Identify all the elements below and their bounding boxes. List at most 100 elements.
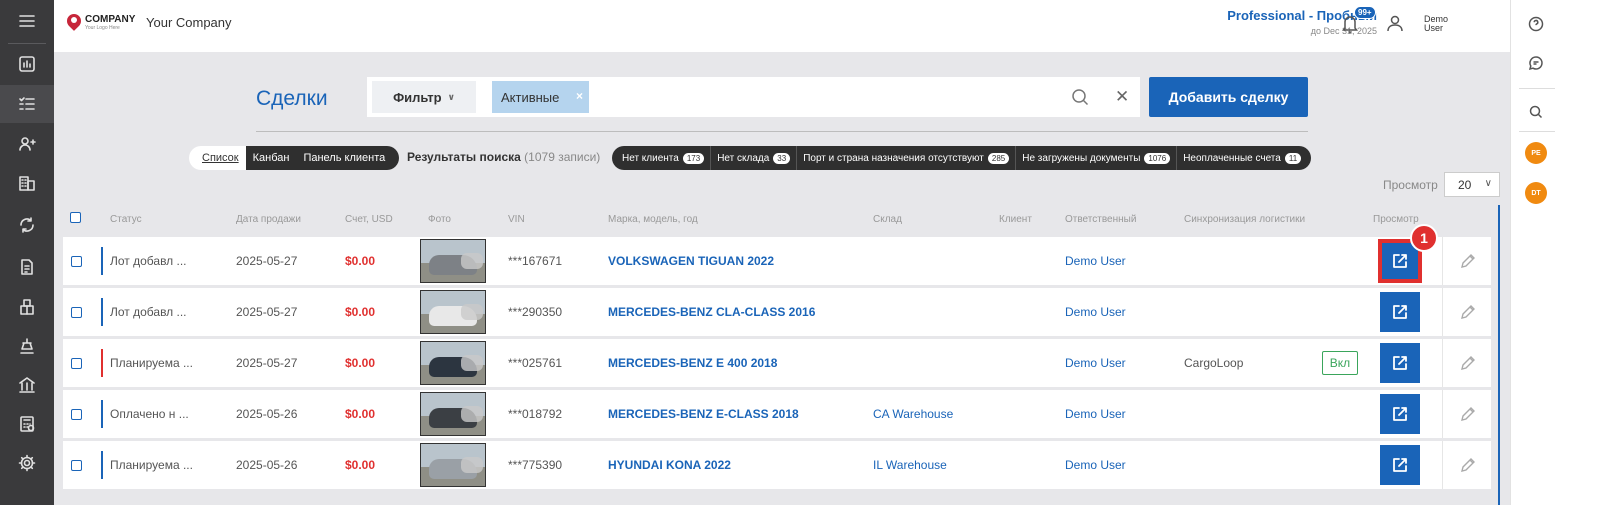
- edit-pencil-icon[interactable]: [1458, 455, 1478, 478]
- table-row[interactable]: Планируема ... 2025-05-26 $0.00 ***775390 HY…: [63, 441, 1491, 489]
- user-name[interactable]: Demo User: [1424, 15, 1448, 33]
- per-page-select[interactable]: 20 ∨: [1444, 172, 1500, 197]
- row-checkbox[interactable]: [71, 256, 82, 267]
- sync-icon[interactable]: [0, 206, 54, 244]
- edit-pencil-icon[interactable]: [1458, 302, 1478, 325]
- row-photo[interactable]: [420, 392, 486, 436]
- per-page-label: Просмотр: [1383, 178, 1438, 192]
- open-deal-button[interactable]: [1380, 343, 1420, 383]
- table-row[interactable]: Оплачено н ... 2025-05-26 $0.00 ***018792 ME…: [63, 390, 1491, 438]
- user-avatar-pe[interactable]: PE: [1525, 142, 1547, 164]
- row-responsible-link[interactable]: Demo User: [1065, 458, 1126, 472]
- open-deal-button[interactable]: [1380, 292, 1420, 332]
- chevron-down-icon: ∨: [447, 91, 455, 102]
- right-sidebar: PE DT: [1510, 0, 1600, 505]
- quick-filter-no-client[interactable]: Нет клиента 173: [616, 146, 712, 170]
- dashboard-icon[interactable]: [0, 45, 54, 83]
- edit-pencil-icon[interactable]: [1458, 353, 1478, 376]
- row-checkbox[interactable]: [71, 409, 82, 420]
- calculator-icon[interactable]: [0, 405, 54, 443]
- status-indicator: [101, 349, 103, 377]
- external-link-icon: [1393, 356, 1407, 370]
- row-photo[interactable]: [420, 341, 486, 385]
- open-deal-button[interactable]: [1380, 394, 1420, 434]
- user-avatar-icon[interactable]: [1383, 11, 1407, 38]
- row-responsible-link[interactable]: Demo User: [1065, 407, 1126, 421]
- buildings-icon[interactable]: [0, 164, 54, 202]
- row-responsible-link[interactable]: Demo User: [1065, 254, 1126, 268]
- quick-filter-no-port[interactable]: Порт и страна назначения отсутствуют 285: [797, 146, 1017, 170]
- row-photo[interactable]: [420, 443, 486, 487]
- row-model-link[interactable]: MERCEDES-BENZ E 400 2018: [608, 356, 777, 370]
- results-count: (1079 записи): [524, 150, 601, 164]
- clients-icon[interactable]: [0, 125, 54, 163]
- view-list-tab[interactable]: Список: [189, 146, 246, 170]
- quick-filter-label: Неоплаченные счета: [1183, 152, 1281, 164]
- table-row[interactable]: Планируема ... 2025-05-27 $0.00 ***025761 ME…: [63, 339, 1491, 387]
- col-responsible[interactable]: Ответственный: [1065, 214, 1136, 225]
- filter-button[interactable]: Фильтр ∨: [372, 81, 476, 113]
- edit-pencil-icon[interactable]: [1458, 251, 1478, 274]
- col-vin[interactable]: VIN: [508, 214, 525, 225]
- col-sale-date[interactable]: Дата продажи: [236, 214, 301, 225]
- quick-filter-no-documents[interactable]: Не загружены документы 1076: [1016, 146, 1178, 170]
- quick-filter-count: 173: [682, 152, 705, 164]
- chat-icon[interactable]: [1525, 52, 1547, 74]
- add-deal-button[interactable]: Добавить сделку: [1149, 77, 1308, 117]
- row-model-link[interactable]: MERCEDES-BENZ CLA-CLASS 2016: [608, 305, 815, 319]
- col-warehouse[interactable]: Склад: [873, 214, 902, 225]
- menu-icon[interactable]: [0, 2, 54, 40]
- search-bar[interactable]: Фильтр ∨ Активные × ✕: [367, 77, 1140, 117]
- row-warehouse-link[interactable]: IL Warehouse: [873, 458, 947, 472]
- row-sale-date: 2025-05-27: [236, 254, 298, 268]
- company-logo[interactable]: COMPANY Your Logo Here: [64, 10, 140, 36]
- search-results-label: Результаты поиска (1079 записи): [407, 150, 600, 164]
- row-checkbox[interactable]: [71, 358, 82, 369]
- bank-icon[interactable]: [0, 366, 54, 404]
- sync-toggle-button[interactable]: Вкл: [1322, 351, 1358, 375]
- row-amount: $0.00: [345, 407, 376, 421]
- package-icon[interactable]: [0, 288, 54, 326]
- settings-icon[interactable]: [0, 444, 54, 482]
- row-photo[interactable]: [420, 290, 486, 334]
- row-checkbox[interactable]: [71, 460, 82, 471]
- col-invoice[interactable]: Счет, USD: [345, 214, 393, 225]
- quick-filter-label: Не загружены документы: [1022, 152, 1141, 164]
- select-all-checkbox[interactable]: [70, 212, 81, 223]
- view-client-panel-tab[interactable]: Панель клиента: [296, 146, 400, 170]
- row-responsible-link[interactable]: Demo User: [1065, 305, 1126, 319]
- clear-search-icon[interactable]: ✕: [1115, 87, 1129, 107]
- per-page-value: 20: [1458, 177, 1472, 192]
- edit-pencil-icon[interactable]: [1458, 404, 1478, 427]
- row-checkbox[interactable]: [71, 307, 82, 318]
- row-model-link[interactable]: MERCEDES-BENZ E-CLASS 2018: [608, 407, 799, 421]
- quick-filter-count: 1076: [1144, 152, 1171, 164]
- row-status: Оплачено н ...: [110, 407, 189, 421]
- table-row[interactable]: Лот добавл ... 2025-05-27 $0.00 ***167671 VO…: [63, 237, 1491, 285]
- search-icon[interactable]: [1070, 87, 1090, 110]
- row-warehouse-link[interactable]: CA Warehouse: [873, 407, 953, 421]
- col-client[interactable]: Клиент: [999, 214, 1032, 225]
- col-model[interactable]: Марка, модель, год: [608, 214, 698, 225]
- row-responsible-link[interactable]: Demo User: [1065, 356, 1126, 370]
- status-indicator: [101, 298, 103, 326]
- row-vin: ***018792: [508, 407, 563, 421]
- row-model-link[interactable]: HYUNDAI KONA 2022: [608, 458, 731, 472]
- document-icon[interactable]: [0, 248, 54, 286]
- crane-icon[interactable]: [0, 327, 54, 365]
- search-icon[interactable]: [1525, 101, 1547, 123]
- help-icon[interactable]: [1525, 13, 1547, 35]
- row-photo[interactable]: [420, 239, 486, 283]
- view-kanban-tab[interactable]: Канбан: [245, 146, 297, 170]
- row-vin: ***290350: [508, 305, 563, 319]
- col-status[interactable]: Статус: [110, 214, 142, 225]
- quick-filter-unpaid[interactable]: Неоплаченные счета 11: [1177, 146, 1307, 170]
- deals-icon[interactable]: [0, 85, 54, 123]
- quick-filter-no-warehouse[interactable]: Нет склада 33: [711, 146, 798, 170]
- active-filter-chip[interactable]: Активные ×: [492, 81, 589, 113]
- row-model-link[interactable]: VOLKSWAGEN TIGUAN 2022: [608, 254, 774, 268]
- user-avatar-dt[interactable]: DT: [1525, 182, 1547, 204]
- table-row[interactable]: Лот добавл ... 2025-05-27 $0.00 ***290350 ME…: [63, 288, 1491, 336]
- open-deal-button[interactable]: [1380, 445, 1420, 485]
- chip-remove-icon[interactable]: ×: [576, 89, 583, 103]
